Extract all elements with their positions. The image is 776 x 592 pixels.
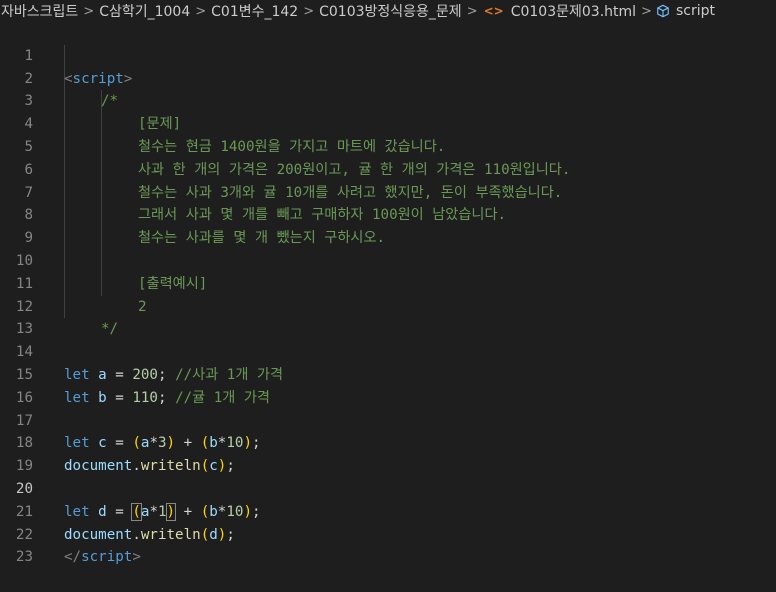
breadcrumb-item[interactable]: 자바스크립트	[0, 1, 79, 21]
code-line: 13	[0, 296, 776, 337]
code-line: 5 사과 한 개의 가격은 200원이고, 귤 한 개의 가격은 110원입니다…	[0, 113, 776, 178]
token: script	[81, 549, 133, 566]
chevron-right-icon: >	[303, 3, 315, 19]
token: >	[132, 549, 141, 566]
code-line: 21 document.writeln(d);	[0, 478, 776, 543]
code-line: 17 let c = (a*3) + (b*10);	[0, 387, 776, 452]
line-number: 23	[15, 549, 33, 566]
code-line: 23	[0, 524, 776, 565]
code-line: 2 /*	[0, 45, 776, 110]
chevron-right-icon: >	[466, 3, 478, 19]
breadcrumb-file[interactable]: C0103문제03.html	[510, 1, 637, 21]
code-line: 3 [문제]	[0, 68, 776, 132]
code-line: 15 let b = 110; //귤 1개 가격	[0, 341, 776, 406]
code-line: 1 <script>	[0, 22, 776, 87]
code-line: 4 철수는 현금 1400원을 가지고 마트에 갔습니다.	[0, 90, 776, 155]
code-line: 12 */	[0, 273, 776, 338]
code-line: 18 document.writeln(c);	[0, 410, 776, 474]
breadcrumb-item[interactable]: C01변수_142	[210, 1, 299, 21]
code-line-active: 20 let d = (a*1) + (b*10);	[0, 455, 776, 521]
code-line: 19	[0, 432, 776, 474]
chevron-right-icon: >	[195, 3, 207, 19]
breadcrumb-item[interactable]: C삼학기_1004	[98, 1, 191, 21]
code-editor[interactable]: 1 <script> 2 /* 3 [문제] 4 철수는 현금 1400원을 가…	[0, 22, 776, 566]
token: </	[64, 549, 82, 566]
code-line: 9	[0, 204, 776, 246]
chevron-right-icon: >	[83, 3, 95, 19]
code-line: 8 철수는 사과를 몇 개 뺐는지 구하시오.	[0, 182, 776, 246]
html-file-icon: <>	[483, 4, 504, 18]
breadcrumb-item[interactable]: C0103방정식응용_문제	[318, 1, 463, 21]
code-line: 6 철수는 사과 3개와 귤 10개를 사려고 했지만, 돈이 부족했습니다.	[0, 136, 776, 201]
code-line: 14 let a = 200; //사과 1개 가격	[0, 318, 776, 383]
chevron-right-icon: >	[641, 3, 652, 19]
code-line: 7 그래서 사과 몇 개를 빼고 구매하자 100원이 남았습니다.	[0, 159, 776, 224]
breadcrumb: 자바스크립트 > C삼학기_1004 > C01변수_142 > C0103방정…	[0, 0, 776, 22]
code-line: 22 </script>	[0, 501, 776, 566]
symbol-cube-icon	[657, 4, 669, 18]
code-line: 11 2	[0, 250, 776, 315]
breadcrumb-symbol[interactable]: script	[675, 3, 716, 19]
code-line: 16	[0, 364, 776, 406]
code-line: 10 [출력예시]	[0, 227, 776, 292]
